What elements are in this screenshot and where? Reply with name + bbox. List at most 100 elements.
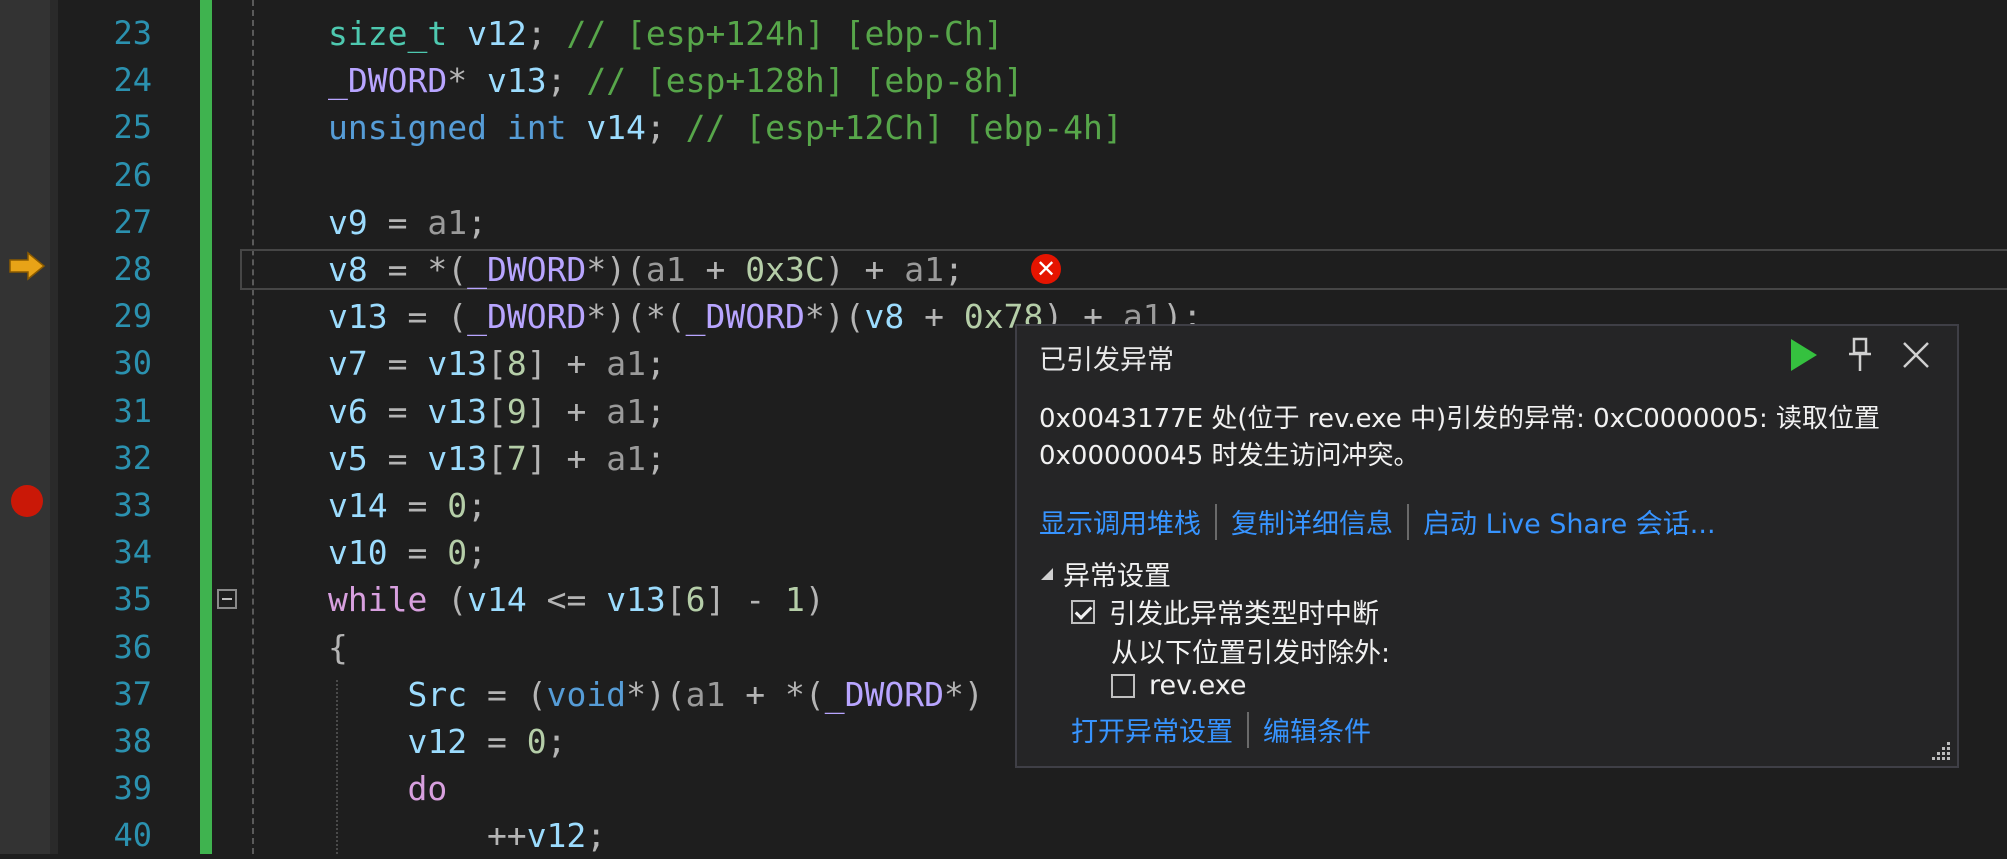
code-token: = <box>387 533 448 573</box>
code-token: ; <box>546 61 587 101</box>
line-number: 40 <box>113 816 152 855</box>
code-token: 0 <box>526 722 547 761</box>
line-number: 32 <box>113 438 152 477</box>
code-token: ) <box>804 580 825 620</box>
code-token: [ <box>486 344 507 384</box>
code-token: = <box>467 722 527 761</box>
code-token: ; <box>546 722 567 761</box>
line-number: 31 <box>113 391 152 430</box>
module-exclusion-row[interactable]: rev.exe <box>1111 670 1246 701</box>
code-token: ; <box>645 344 666 384</box>
code-token: 1 <box>785 580 805 620</box>
line-number: 26 <box>113 155 152 194</box>
code-text[interactable]: v10 = 0; <box>328 529 487 576</box>
code-line[interactable]: 24 _DWORD* v13; // [esp+128h] [ebp-8h] <box>0 57 2007 104</box>
code-text[interactable]: Src = (void*)(a1 + *(_DWORD*) <box>328 671 984 718</box>
continue-button[interactable] <box>1787 334 1821 376</box>
code-text[interactable]: unsigned int v14; // [esp+12Ch] [ebp-4h] <box>328 104 1123 151</box>
code-token: v5 <box>328 438 368 478</box>
error-icon: ✕ <box>1031 254 1061 284</box>
code-token: _DWORD <box>685 297 805 337</box>
code-token: + *( <box>725 674 825 714</box>
exception-settings-toggle[interactable]: 异常设置 <box>1041 554 1171 593</box>
code-token: ; <box>944 250 964 289</box>
code-token: unsigned <box>328 108 487 148</box>
code-text[interactable]: ++v12; <box>328 812 606 859</box>
code-token: // [esp+128h] [ebp-8h] <box>586 61 1024 101</box>
code-token: *)(*( <box>586 297 686 337</box>
code-token: * <box>447 61 487 101</box>
code-token: = ( <box>467 674 547 714</box>
code-text[interactable]: while (v14 <= v13[6] - 1) <box>328 576 825 623</box>
break-on-exception-checkbox[interactable] <box>1071 599 1095 624</box>
code-text[interactable]: v5 = v13[7] + a1; <box>328 435 666 482</box>
code-text[interactable]: _DWORD* v13; // [esp+128h] [ebp-8h] <box>328 57 1023 104</box>
code-token: *) <box>943 674 984 714</box>
code-text[interactable]: v7 = v13[8] + a1; <box>328 340 666 387</box>
code-line[interactable]: 23 size_t v12; // [esp+124h] [ebp-Ch] <box>0 10 2007 57</box>
code-token: = *( <box>367 250 468 289</box>
close-icon <box>1903 342 1929 368</box>
code-line[interactable]: 39 do <box>0 765 2007 812</box>
code-token: [ <box>486 438 507 478</box>
exception-settings-label: 异常设置 <box>1063 561 1171 592</box>
code-line[interactable]: 40 ++v12; <box>0 812 2007 859</box>
code-token: // [esp+124h] [ebp-Ch] <box>566 14 1004 53</box>
code-token: v12 <box>407 722 468 761</box>
current-statement-arrow-icon[interactable] <box>8 251 48 281</box>
code-token: v8 <box>328 250 368 289</box>
code-text[interactable]: v9 = a1; <box>328 199 487 246</box>
line-number: 37 <box>113 674 152 713</box>
resize-grip-icon[interactable] <box>1929 738 1953 762</box>
code-line[interactable]: 26 <box>0 152 2007 199</box>
code-token: 6 <box>685 580 706 620</box>
code-token: { <box>328 627 348 667</box>
code-text[interactable]: v6 = v13[9] + a1; <box>328 388 666 435</box>
code-token: a1 <box>645 250 686 289</box>
module-exclusion-checkbox[interactable] <box>1111 673 1135 698</box>
code-token: v12 <box>467 14 527 53</box>
code-token: 0 <box>447 533 468 573</box>
code-token: void <box>546 674 627 714</box>
code-token: ++ <box>328 816 527 856</box>
breakpoint-icon[interactable] <box>11 485 43 517</box>
break-on-exception-row[interactable]: 引发此异常类型时中断 <box>1071 592 1379 631</box>
code-token: a1 <box>606 438 646 478</box>
pin-button[interactable] <box>1843 334 1877 376</box>
code-line[interactable]: 25 unsigned int v14; // [esp+12Ch] [ebp-4… <box>0 104 2007 151</box>
separator <box>1247 711 1249 748</box>
code-text[interactable]: v12 = 0; <box>328 718 566 765</box>
code-token: v12 <box>526 816 587 856</box>
code-text[interactable]: v8 = *(_DWORD*)(a1 + 0x3C) + a1; <box>328 246 964 293</box>
code-token: 0 <box>447 486 468 525</box>
collapse-block-button[interactable] <box>217 589 237 609</box>
start-live-share-link[interactable]: 启动 Live Share 会话... <box>1423 502 1716 541</box>
line-number: 23 <box>113 14 152 52</box>
code-text[interactable]: size_t v12; // [esp+124h] [ebp-Ch] <box>328 10 1004 57</box>
code-line[interactable]: 28 v8 = *(_DWORD*)(a1 + 0x3C) + a1; <box>0 246 2007 293</box>
code-token: // [esp+12Ch] [ebp-4h] <box>685 108 1123 148</box>
code-token: a1 <box>606 391 646 431</box>
code-text[interactable]: { <box>328 624 348 671</box>
line-number: 30 <box>113 344 152 383</box>
edit-conditions-link[interactable]: 编辑条件 <box>1263 710 1371 749</box>
close-button[interactable] <box>1899 334 1933 376</box>
play-icon <box>1791 339 1817 371</box>
open-exception-settings-link[interactable]: 打开异常设置 <box>1071 710 1233 749</box>
code-text[interactable]: v14 = 0; <box>328 482 487 529</box>
code-token: a1 <box>606 344 646 384</box>
code-token: 0x3C <box>745 250 825 289</box>
code-token: _DWORD <box>467 297 587 337</box>
code-token: v13 <box>427 438 487 478</box>
copy-details-link[interactable]: 复制详细信息 <box>1231 502 1393 541</box>
code-token: _DWORD <box>328 61 448 101</box>
code-line[interactable]: 27 v9 = a1; <box>0 199 2007 246</box>
code-token: 7 <box>506 438 527 478</box>
show-call-stack-link[interactable]: 显示调用堆栈 <box>1039 502 1201 541</box>
break-on-exception-label: 引发此异常类型时中断 <box>1109 599 1379 630</box>
code-token: _DWORD <box>467 250 587 289</box>
except-when-label: 从以下位置引发时除外: <box>1111 638 1391 669</box>
code-text[interactable]: do <box>328 765 447 812</box>
code-token: + <box>685 250 746 289</box>
